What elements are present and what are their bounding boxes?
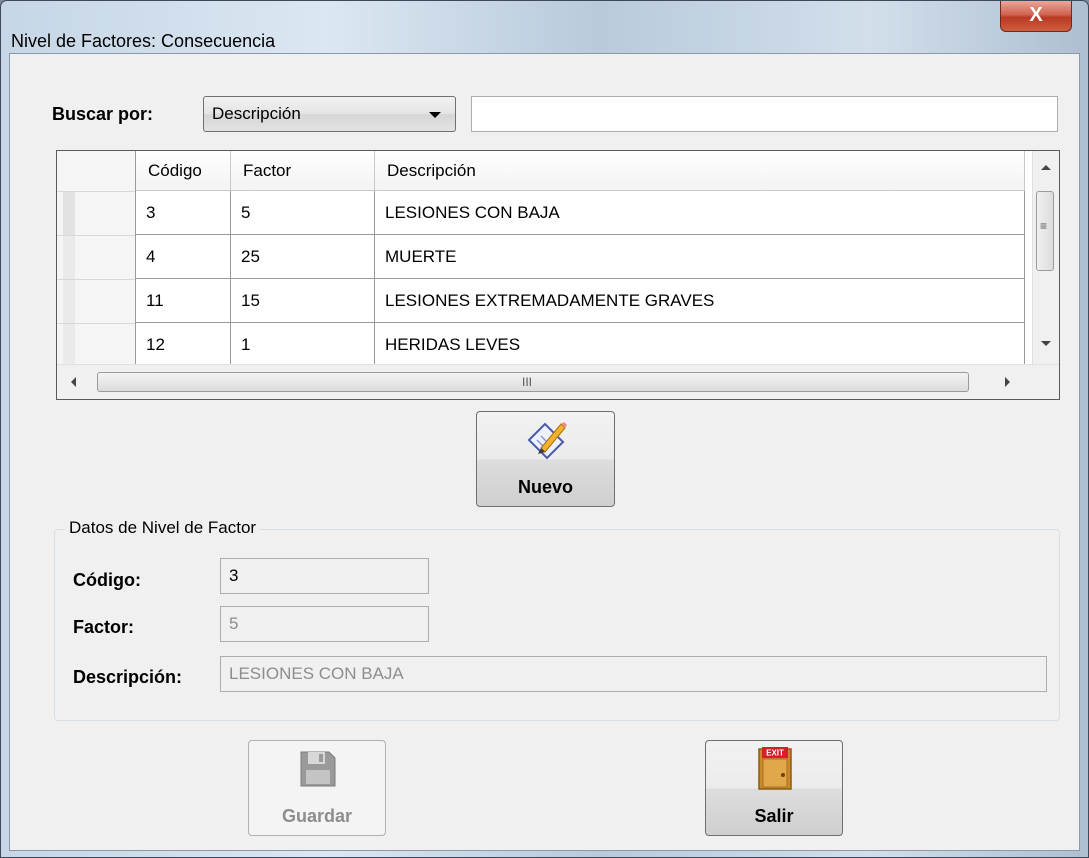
details-title: Datos de Nivel de Factor (65, 518, 261, 538)
search-input[interactable] (471, 96, 1058, 132)
column-header-factor[interactable]: Factor (231, 151, 375, 191)
factor-field[interactable]: 5 (220, 606, 429, 642)
cell-descripcion[interactable]: MUERTE (375, 235, 1025, 279)
column-header-codigo[interactable]: Código (136, 151, 231, 191)
cell-factor[interactable]: 5 (231, 191, 375, 235)
window-title: Nivel de Factores: Consecuencia (11, 31, 276, 51)
cell-codigo[interactable]: 3 (136, 191, 231, 235)
cell-descripcion[interactable]: HERIDAS LEVES (375, 323, 1025, 367)
codigo-label: Código: (73, 570, 141, 590)
edit-pencil-icon (527, 422, 567, 460)
row-header-selected[interactable] (63, 192, 75, 235)
search-label: Buscar por: (52, 104, 154, 124)
exit-door-icon: EXIT (758, 747, 792, 790)
client-area: Buscar por: Descripción Código Factor De… (9, 53, 1080, 851)
close-button[interactable]: X (1000, 1, 1072, 32)
cell-codigo[interactable]: 4 (136, 235, 231, 279)
descripcion-label: Descripción: (73, 667, 183, 687)
cell-descripcion[interactable]: LESIONES CON BAJA (375, 191, 1025, 235)
cell-descripcion[interactable]: LESIONES EXTREMADAMENTE GRAVES (375, 279, 1025, 323)
salir-label: Salir (754, 806, 794, 826)
scroll-left-icon[interactable] (71, 377, 76, 387)
codigo-field[interactable]: 3 (220, 558, 429, 594)
row-header-column (57, 151, 136, 365)
horizontal-scrollbar[interactable]: III (57, 364, 1059, 399)
nuevo-button[interactable]: Nuevo (476, 411, 615, 507)
horizontal-scroll-thumb[interactable]: III (97, 372, 969, 392)
exit-sign-text: EXIT (766, 749, 784, 758)
scroll-up-icon[interactable] (1041, 165, 1051, 170)
cell-codigo[interactable]: 11 (136, 279, 231, 323)
cell-factor[interactable]: 1 (231, 323, 375, 367)
vertical-scroll-thumb[interactable]: ≡ (1036, 191, 1054, 271)
title-bar[interactable]: Nivel de Factores: Consecuencia X (1, 1, 1088, 53)
app-window: Nivel de Factores: Consecuencia X Buscar… (0, 0, 1089, 858)
guardar-button[interactable]: Guardar (248, 740, 386, 836)
column-header-descripcion[interactable]: Descripción (375, 151, 1025, 191)
chevron-down-icon (429, 112, 441, 118)
cell-factor[interactable]: 15 (231, 279, 375, 323)
nuevo-label: Nuevo (517, 477, 573, 497)
vertical-scrollbar[interactable]: ≡ (1032, 151, 1059, 365)
scroll-grip: III (522, 375, 533, 389)
scroll-down-icon[interactable] (1041, 341, 1051, 346)
salir-button[interactable]: EXIT Salir (705, 740, 843, 836)
guardar-label: Guardar (281, 806, 353, 826)
floppy-disk-icon (300, 751, 336, 787)
details-groupbox: Datos de Nivel de Factor Código: 3 Facto… (54, 518, 1060, 721)
scroll-right-icon[interactable] (1005, 377, 1010, 387)
data-grid[interactable]: Código Factor Descripción 3 5 LESIONES C… (56, 150, 1060, 400)
factor-label: Factor: (73, 617, 135, 637)
search-field-value: Descripción (212, 104, 301, 123)
descripcion-field[interactable]: LESIONES CON BAJA (220, 656, 1047, 692)
cell-codigo[interactable]: 12 (136, 323, 231, 367)
search-field-combo[interactable]: Descripción (203, 96, 456, 132)
cell-factor[interactable]: 25 (231, 235, 375, 279)
